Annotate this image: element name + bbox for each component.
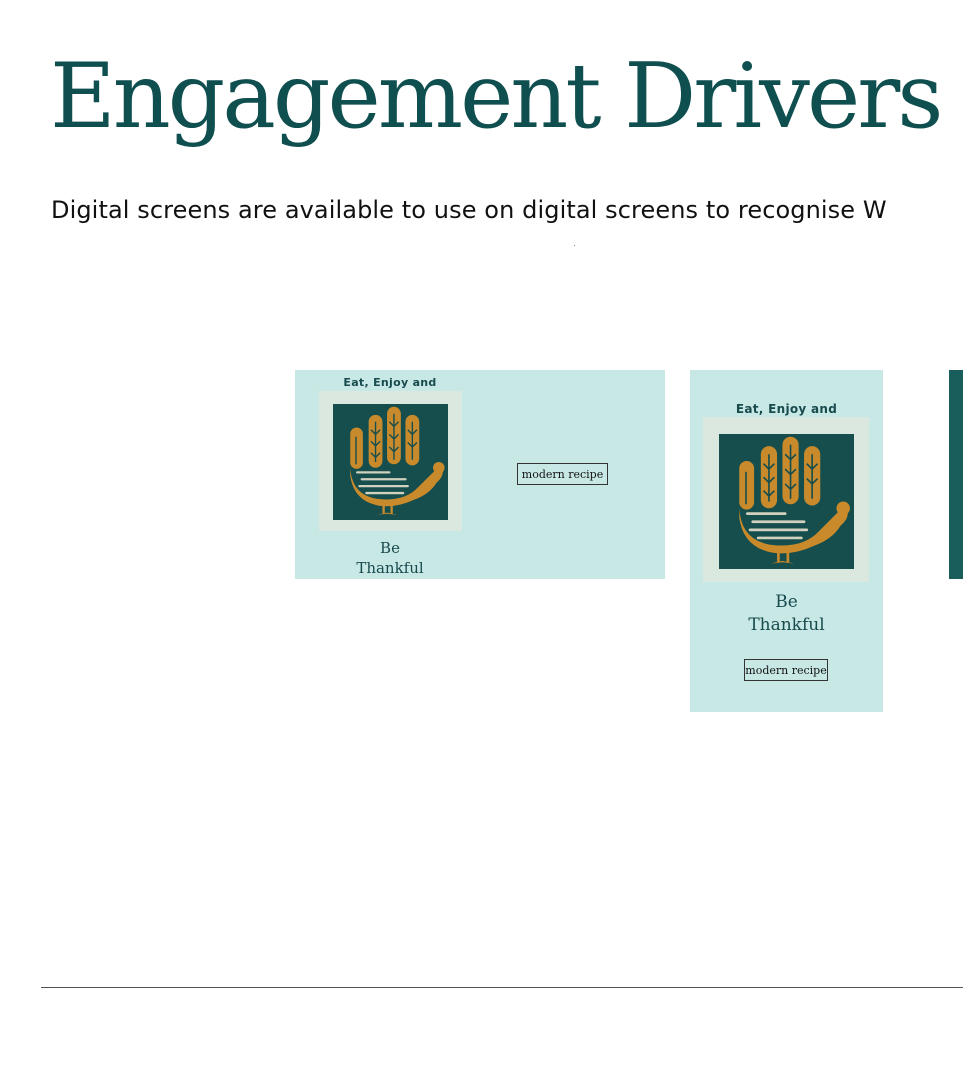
artwork-mat [319,391,462,531]
decorative-dot [574,245,575,246]
card-eyebrow: Eat, Enjoy and [343,376,437,389]
artwork-mat [703,417,869,582]
digital-screen-landscape-card: Eat, Enjoy and Be Thankful modern recipe [295,370,665,579]
turkey-hand-illustration [719,434,854,569]
turkey-hand-icon [719,434,854,569]
modern-recipe-button[interactable]: modern recipe [744,659,828,681]
digital-screen-portrait-card: Eat, Enjoy and Be Thankful modern recipe [690,370,883,712]
card-headline: Be Thankful [356,539,424,577]
digital-screen-dark-card-partial [949,370,963,579]
page-title: Engagement Drivers [50,44,943,149]
card-eyebrow: Eat, Enjoy and [735,402,838,416]
turkey-hand-illustration [333,404,448,520]
page-subtitle: Digital screens are available to use on … [51,196,887,224]
modern-recipe-button[interactable]: modern recipe [517,463,608,485]
turkey-hand-icon [333,404,448,520]
footer-divider [41,987,963,988]
card-headline: Be Thankful [748,592,825,635]
